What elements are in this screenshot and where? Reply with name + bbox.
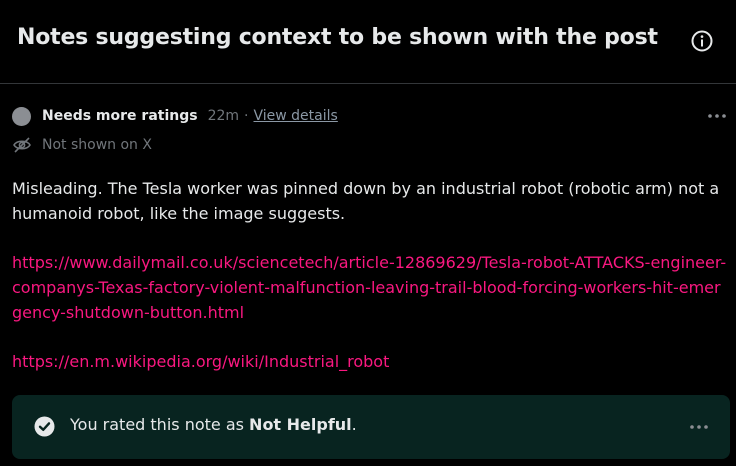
rating-more-options-icon[interactable] <box>689 423 709 431</box>
rating-value: Not Helpful <box>249 415 352 434</box>
page-title: Notes suggesting context to be shown wit… <box>17 25 658 50</box>
community-note: Needs more ratings 22m · View details No… <box>0 84 736 466</box>
note-body: Misleading. The Tesla worker was pinned … <box>12 179 720 223</box>
note-meta: Needs more ratings 22m · View details <box>12 106 338 126</box>
meta-separator: · <box>244 108 249 124</box>
rating-prefix: You rated this note as <box>70 415 250 434</box>
shown-status-text: Not shown on X <box>42 137 152 153</box>
view-details-link[interactable]: View details <box>254 108 338 124</box>
rating-suffix: . <box>351 415 357 434</box>
visibility-status: Not shown on X <box>12 135 152 155</box>
source-link-dailymail[interactable]: https://www.dailymail.co.uk/sciencetech/… <box>12 250 730 325</box>
eye-off-icon <box>13 137 31 153</box>
info-circle-icon[interactable] <box>690 29 714 53</box>
page-header: Notes suggesting context to be shown wit… <box>0 0 736 84</box>
note-time: 22m <box>207 108 240 124</box>
more-options-icon[interactable] <box>707 112 727 120</box>
status-dot-icon <box>12 106 31 126</box>
source-link-wikipedia[interactable]: https://en.m.wikipedia.org/wiki/Industri… <box>12 349 730 374</box>
note-status: Needs more ratings <box>42 108 198 124</box>
check-circle-icon <box>34 416 55 437</box>
rating-text: You rated this note as Not Helpful. <box>70 415 357 434</box>
rating-banner: You rated this note as Not Helpful. <box>12 395 730 459</box>
